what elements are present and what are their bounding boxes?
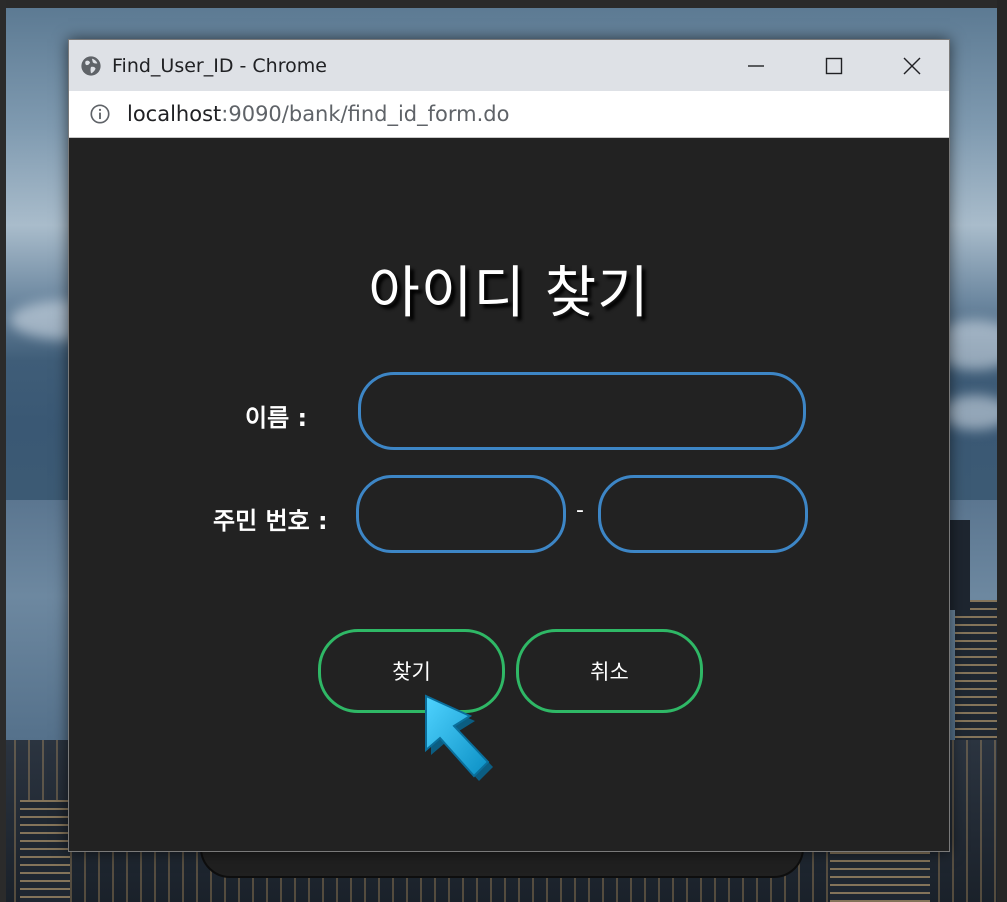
maximize-icon [825, 57, 843, 74]
ssn-back-input[interactable] [598, 475, 808, 553]
url-host: localhost [127, 102, 222, 126]
close-icon [903, 57, 921, 74]
ssn-label: 주민 번호 : [213, 507, 328, 535]
ssn-separator: - [576, 498, 584, 523]
cancel-button[interactable]: 취소 [516, 629, 703, 713]
globe-icon [81, 55, 101, 76]
close-button[interactable] [873, 40, 951, 91]
name-label: 이름 : [245, 404, 308, 432]
minimize-icon [748, 64, 764, 67]
title-bar[interactable]: Find_User_ID - Chrome [69, 40, 949, 91]
ssn-front-input[interactable] [356, 475, 566, 553]
url-path: :9090/bank/find_id_form.do [221, 102, 510, 126]
window-title: Find_User_ID - Chrome [112, 54, 327, 77]
maximize-button[interactable] [795, 40, 873, 91]
address-bar[interactable]: localhost:9090/bank/find_id_form.do [69, 91, 949, 138]
info-icon[interactable] [89, 103, 111, 125]
name-input[interactable] [358, 372, 806, 450]
url-text[interactable]: localhost:9090/bank/find_id_form.do [127, 102, 509, 126]
arrow-cursor-icon [425, 694, 493, 781]
page-title: 아이디 찾기 [368, 261, 650, 326]
minimize-button[interactable] [717, 40, 795, 91]
